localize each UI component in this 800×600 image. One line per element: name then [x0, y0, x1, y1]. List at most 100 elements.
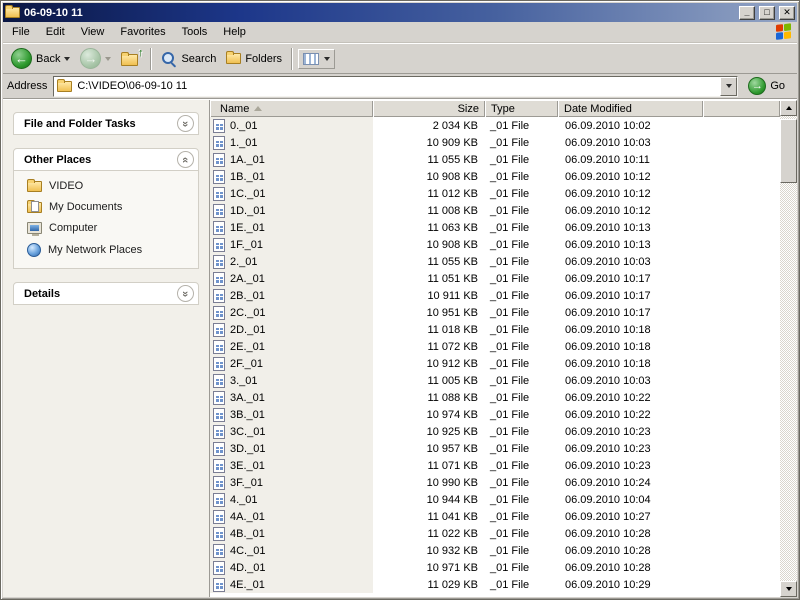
file-name: 3E._01: [230, 460, 265, 472]
file-icon: [213, 391, 225, 405]
menu-file[interactable]: File: [4, 23, 38, 41]
file-date-cell: 06.09.2010 10:04: [558, 494, 703, 506]
menu-help[interactable]: Help: [215, 23, 254, 41]
close-button[interactable]: ✕: [779, 6, 795, 20]
file-row[interactable]: 0._01 2 034 KB _01 File 06.09.2010 10:02: [210, 117, 780, 134]
file-row[interactable]: 4C._01 10 932 KB _01 File 06.09.2010 10:…: [210, 542, 780, 559]
file-size-cell: 11 055 KB: [373, 256, 485, 268]
file-row[interactable]: 2A._01 11 051 KB _01 File 06.09.2010 10:…: [210, 270, 780, 287]
section-title: File and Folder Tasks: [24, 118, 177, 130]
file-size-cell: 10 912 KB: [373, 358, 485, 370]
file-date-cell: 06.09.2010 10:12: [558, 188, 703, 200]
column-header-size[interactable]: Size: [373, 100, 485, 117]
search-icon: [161, 51, 177, 67]
file-row[interactable]: 4D._01 10 971 KB _01 File 06.09.2010 10:…: [210, 559, 780, 576]
scroll-down-button[interactable]: [780, 581, 797, 597]
place-link-video[interactable]: VIDEO: [27, 180, 194, 192]
file-name-cell: 4B._01: [210, 525, 373, 542]
file-name-cell: 1B._01: [210, 168, 373, 185]
menu-tools[interactable]: Tools: [174, 23, 216, 41]
file-row[interactable]: 2E._01 11 072 KB _01 File 06.09.2010 10:…: [210, 338, 780, 355]
file-name-cell: 1E._01: [210, 219, 373, 236]
file-row[interactable]: 1E._01 11 063 KB _01 File 06.09.2010 10:…: [210, 219, 780, 236]
file-size-cell: 10 908 KB: [373, 239, 485, 251]
forward-button[interactable]: →: [76, 46, 115, 71]
chevron-down-icon[interactable]: [177, 115, 194, 132]
address-input[interactable]: C:\VIDEO\06-09-10 11: [53, 76, 738, 97]
file-row[interactable]: 2._01 11 055 KB _01 File 06.09.2010 10:0…: [210, 253, 780, 270]
file-name: 1._01: [230, 137, 258, 149]
toolbar: ← Back → ↑ Search Folders: [3, 43, 797, 74]
scroll-up-button[interactable]: [780, 100, 797, 116]
minimize-button[interactable]: _: [739, 6, 755, 20]
menu-bar: File Edit View Favorites Tools Help: [3, 22, 797, 43]
file-name-cell: 2A._01: [210, 270, 373, 287]
chevron-down-icon[interactable]: [177, 285, 194, 302]
place-link-computer[interactable]: Computer: [27, 222, 194, 234]
file-row[interactable]: 1A._01 11 055 KB _01 File 06.09.2010 10:…: [210, 151, 780, 168]
column-header-type[interactable]: Type: [485, 100, 558, 117]
file-icon: [213, 408, 225, 422]
up-button[interactable]: ↑: [117, 49, 145, 68]
file-size-cell: 10 971 KB: [373, 562, 485, 574]
column-header-name[interactable]: Name: [210, 100, 373, 117]
back-button[interactable]: ← Back: [7, 46, 74, 71]
file-row[interactable]: 1C._01 11 012 KB _01 File 06.09.2010 10:…: [210, 185, 780, 202]
file-size-cell: 11 072 KB: [373, 341, 485, 353]
file-row[interactable]: 2B._01 10 911 KB _01 File 06.09.2010 10:…: [210, 287, 780, 304]
file-row[interactable]: 1F._01 10 908 KB _01 File 06.09.2010 10:…: [210, 236, 780, 253]
search-button[interactable]: Search: [157, 49, 220, 69]
file-type-cell: _01 File: [485, 494, 558, 506]
other-places-header[interactable]: Other Places: [13, 148, 199, 171]
file-type-cell: _01 File: [485, 460, 558, 472]
file-row[interactable]: 1._01 10 909 KB _01 File 06.09.2010 10:0…: [210, 134, 780, 151]
chevron-up-icon[interactable]: [177, 151, 194, 168]
maximize-button[interactable]: □: [759, 6, 775, 20]
file-folder-tasks-header[interactable]: File and Folder Tasks: [13, 112, 199, 135]
address-label: Address: [7, 80, 47, 92]
file-name-cell: 0._01: [210, 117, 373, 134]
file-date-cell: 06.09.2010 10:12: [558, 205, 703, 217]
file-size-cell: 10 944 KB: [373, 494, 485, 506]
other-places-body: VIDEO My Documents Computer My Network P…: [13, 171, 199, 269]
file-name-cell: 1F._01: [210, 236, 373, 253]
file-type-cell: _01 File: [485, 222, 558, 234]
file-row[interactable]: 2D._01 11 018 KB _01 File 06.09.2010 10:…: [210, 321, 780, 338]
go-button[interactable]: Go: [744, 77, 793, 95]
file-name: 3C._01: [230, 426, 265, 438]
file-row[interactable]: 3C._01 10 925 KB _01 File 06.09.2010 10:…: [210, 423, 780, 440]
file-row[interactable]: 4B._01 11 022 KB _01 File 06.09.2010 10:…: [210, 525, 780, 542]
folders-button[interactable]: Folders: [222, 51, 286, 67]
file-row[interactable]: 1D._01 11 008 KB _01 File 06.09.2010 10:…: [210, 202, 780, 219]
place-link-my-documents[interactable]: My Documents: [27, 201, 194, 213]
file-row[interactable]: 3A._01 11 088 KB _01 File 06.09.2010 10:…: [210, 389, 780, 406]
file-row[interactable]: 4E._01 11 029 KB _01 File 06.09.2010 10:…: [210, 576, 780, 593]
scrollbar-thumb[interactable]: [780, 119, 797, 183]
back-label: Back: [36, 53, 60, 65]
file-name-cell: 1A._01: [210, 151, 373, 168]
file-row[interactable]: 2C._01 10 951 KB _01 File 06.09.2010 10:…: [210, 304, 780, 321]
file-row[interactable]: 3D._01 10 957 KB _01 File 06.09.2010 10:…: [210, 440, 780, 457]
file-type-cell: _01 File: [485, 443, 558, 455]
menu-favorites[interactable]: Favorites: [112, 23, 173, 41]
file-name-cell: 1C._01: [210, 185, 373, 202]
explorer-window: 06-09-10 11 _ □ ✕ File Edit View Favorit…: [0, 0, 800, 600]
file-type-cell: _01 File: [485, 579, 558, 591]
place-link-my-network-places[interactable]: My Network Places: [27, 243, 194, 257]
menu-view[interactable]: View: [73, 23, 113, 41]
details-header[interactable]: Details: [13, 282, 199, 305]
file-row[interactable]: 3B._01 10 974 KB _01 File 06.09.2010 10:…: [210, 406, 780, 423]
file-row[interactable]: 4._01 10 944 KB _01 File 06.09.2010 10:0…: [210, 491, 780, 508]
file-row[interactable]: 3E._01 11 071 KB _01 File 06.09.2010 10:…: [210, 457, 780, 474]
address-dropdown-button[interactable]: [720, 77, 737, 96]
menu-edit[interactable]: Edit: [38, 23, 73, 41]
views-button[interactable]: [298, 49, 335, 69]
file-row[interactable]: 3._01 11 005 KB _01 File 06.09.2010 10:0…: [210, 372, 780, 389]
scrollbar-track[interactable]: [780, 116, 797, 581]
file-row[interactable]: 3F._01 10 990 KB _01 File 06.09.2010 10:…: [210, 474, 780, 491]
column-header-date-modified[interactable]: Date Modified: [558, 100, 703, 117]
file-row[interactable]: 2F._01 10 912 KB _01 File 06.09.2010 10:…: [210, 355, 780, 372]
file-row[interactable]: 4A._01 11 041 KB _01 File 06.09.2010 10:…: [210, 508, 780, 525]
window-folder-icon[interactable]: [5, 7, 20, 18]
file-row[interactable]: 1B._01 10 908 KB _01 File 06.09.2010 10:…: [210, 168, 780, 185]
